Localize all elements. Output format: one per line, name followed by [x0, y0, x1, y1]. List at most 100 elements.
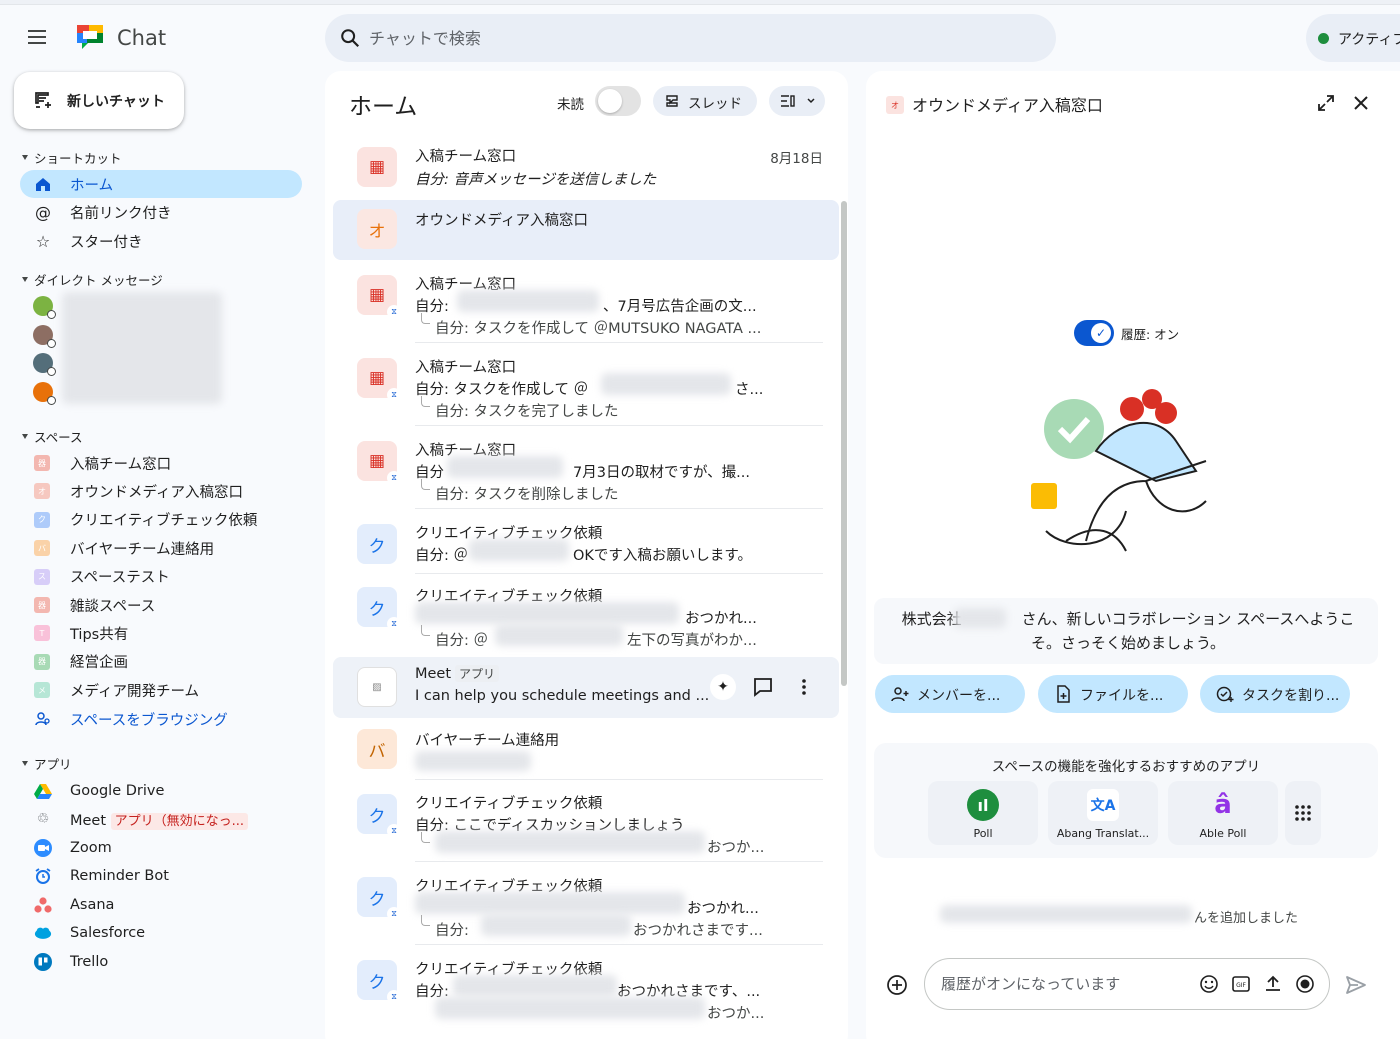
space-avatar: ク ⧖: [357, 587, 401, 631]
redacted-text: [415, 892, 685, 914]
sidebar-app-asana[interactable]: Asana: [20, 891, 302, 919]
sidebar-app-salesforce[interactable]: Salesforce: [20, 919, 302, 947]
message-composer[interactable]: GIF: [924, 958, 1330, 1010]
app-card-able-poll[interactable]: â Able Poll: [1168, 781, 1278, 845]
sidebar-item-space-media-dev[interactable]: メ メディア開発チーム: [20, 676, 302, 704]
app-card-poll[interactable]: ıl Poll: [928, 781, 1038, 845]
more-vertical-icon[interactable]: [801, 678, 807, 696]
conversation-row[interactable]: ▦ ⧖ 入稿チーム窓口 自分: 、7月号広告企画の文... 自分: タスクを作成し…: [333, 267, 839, 343]
open-in-thread-icon[interactable]: [753, 677, 773, 697]
gif-icon[interactable]: GIF: [1231, 974, 1251, 994]
search-icon[interactable]: [339, 27, 361, 49]
sidebar-app-google-drive[interactable]: Google Drive: [20, 777, 302, 805]
sidebar-item-space-owned-media[interactable]: オ オウンドメディア入稿窓口: [20, 477, 302, 505]
space-avatar-icon: ▦ ⧖: [357, 275, 401, 319]
conversation-preview: おつかれ...: [685, 611, 757, 627]
search-input[interactable]: [369, 24, 1029, 52]
unread-toggle[interactable]: [595, 86, 641, 116]
search-bar[interactable]: [325, 14, 1056, 62]
sidebar-item-label: メディア開発チーム: [70, 683, 200, 700]
avatar[interactable]: [33, 325, 56, 348]
sidebar-item-home[interactable]: ホーム: [20, 170, 302, 198]
meet-app-icon: ♲: [36, 811, 50, 827]
conversation-row[interactable]: ク ⧖ クリエイティブチェック依頼 自分: おつかれさまです、... おつか...: [333, 952, 839, 1028]
conversation-row[interactable]: バ バイヤーチーム連絡用: [333, 721, 839, 779]
expand-icon[interactable]: [1316, 93, 1336, 113]
conversation-row[interactable]: ク クリエイティブチェック依頼 自分: ＠ OKです入稿お願いします。: [333, 516, 839, 574]
main-menu-button[interactable]: [28, 26, 58, 50]
space-avatar: ク ⧖: [357, 877, 401, 921]
add-circle-icon[interactable]: [886, 974, 908, 996]
spaces-section-toggle[interactable]: スペース: [22, 427, 83, 446]
conversation-row[interactable]: ク ⧖ クリエイティブチェック依頼 おつかれ... 自分: おつかれさまです...: [333, 869, 839, 945]
sidebar-item-label: Asana: [70, 897, 115, 913]
redacted-text: [495, 624, 623, 646]
filter-menu-button[interactable]: [769, 86, 825, 116]
conversation-row-meet[interactable]: ▨ Meet アプリ I can help you schedule meetin…: [333, 657, 839, 718]
sidebar-item-label: 雑談スペース: [70, 598, 156, 615]
apps-section-toggle[interactable]: アプリ: [22, 754, 72, 773]
assign-task-button[interactable]: タスクを割り...: [1200, 675, 1350, 713]
sidebar-item-space-space-test[interactable]: ス スペーステスト: [20, 563, 302, 591]
sidebar-item-label: Reminder Bot: [70, 868, 169, 884]
avatar[interactable]: [33, 382, 56, 405]
apps-heading: アプリ: [34, 757, 72, 772]
record-icon[interactable]: [1295, 974, 1315, 994]
sidebar-app-trello[interactable]: Trello: [20, 948, 302, 976]
row-divider: [415, 944, 823, 945]
more-apps-button[interactable]: [1285, 781, 1321, 845]
message-input[interactable]: [941, 971, 1181, 997]
upload-icon[interactable]: [1263, 974, 1283, 994]
share-file-button[interactable]: ファイルを...: [1038, 675, 1188, 713]
conversation-row[interactable]: ▦ 入稿チーム窓口 8月18日 自分: 音声メッセージを送信しました: [333, 139, 839, 201]
conversation-row[interactable]: ▦ ⧖ 入稿チーム窓口 自分 7月3日の取材ですが、撮... 自分: タスクを削除…: [333, 433, 839, 509]
conversation-row[interactable]: ク ⧖ クリエイティブチェック依頼 自分: ここでディスカッションしましょう おつ…: [333, 786, 839, 862]
sidebar-item-mentions[interactable]: @ 名前リンク付き: [20, 198, 302, 226]
thread-reply-preview: おつかれさまです...: [633, 923, 763, 939]
sidebar-item-space-chat-space[interactable]: 器 雑談スペース: [20, 591, 302, 619]
conversation-date: 8月18日: [770, 151, 823, 167]
emoji-icon[interactable]: [1199, 974, 1219, 994]
avatar[interactable]: [33, 296, 56, 319]
space-icon: 器: [34, 597, 50, 613]
redacted-text: [453, 975, 617, 997]
redacted-text: [415, 751, 531, 771]
conversation-row[interactable]: ク ⧖ クリエイティブチェック依頼 おつかれ... 自分: ＠ 左下の写真がわか.…: [333, 579, 839, 655]
conversation-row[interactable]: ▦ ⧖ 入稿チーム窓口 自分: タスクを作成して ＠ さ... 自分: タスクを完…: [333, 350, 839, 426]
sidebar-item-space-management[interactable]: 器 経営企画: [20, 648, 302, 676]
add-members-button[interactable]: メンバーを...: [875, 675, 1025, 713]
conversation-preview: 、7月号広告企画の文...: [603, 299, 757, 315]
history-toggle[interactable]: ✓: [1074, 320, 1114, 346]
sidebar-item-space-buyer-team[interactable]: バ バイヤーチーム連絡用: [20, 534, 302, 562]
thread-reply-preview-prefix: 自分:: [415, 915, 469, 940]
status-selector[interactable]: アクティブ: [1306, 14, 1400, 62]
send-icon[interactable]: [1344, 973, 1368, 997]
app-name: Abang Translat...: [1056, 827, 1150, 840]
sparkle-icon[interactable]: ✦: [710, 674, 736, 700]
sidebar-item-starred[interactable]: ☆ スター付き: [20, 227, 302, 255]
scrollbar[interactable]: [841, 201, 847, 686]
sidebar-item-space-creative-check[interactable]: ク クリエイティブチェック依頼: [20, 506, 302, 534]
dm-section-toggle[interactable]: ダイレクト メッセージ: [22, 270, 163, 289]
thread-reply-preview: 左下の写真がわか...: [627, 633, 757, 649]
close-icon[interactable]: [1351, 93, 1371, 113]
sidebar-item-space-tips[interactable]: T Tips共有: [20, 619, 302, 647]
threads-button[interactable]: スレッド: [653, 86, 757, 116]
app-card-abang-translate[interactable]: 文A Abang Translat...: [1048, 781, 1158, 845]
shortcuts-section-toggle[interactable]: ショートカット: [22, 148, 122, 167]
sidebar-app-reminder-bot[interactable]: Reminder Bot: [20, 862, 302, 890]
space-avatar: ク ⧖: [357, 794, 401, 838]
conversation-preview: 自分: 音声メッセージを送信しました: [415, 172, 657, 188]
sidebar-app-zoom[interactable]: Zoom: [20, 834, 302, 862]
sidebar-item-space-nyuko[interactable]: 器 入稿チーム窓口: [20, 449, 302, 477]
chevron-down-icon: [807, 98, 815, 104]
browse-spaces-link[interactable]: スペースをブラウジング: [20, 705, 302, 733]
thread-reply-preview: おつか...: [707, 840, 765, 856]
row-divider: [415, 508, 823, 509]
new-chat-button[interactable]: 新しいチャット: [14, 72, 184, 129]
sidebar-app-meet[interactable]: ♲ Meet アプリ（無効になっ...: [20, 805, 302, 833]
conversation-preview-prefix: 自分: ＠: [415, 548, 468, 564]
space-icon: T: [34, 625, 50, 642]
avatar[interactable]: [33, 353, 56, 376]
conversation-row-selected[interactable]: オ オウンドメディア入稿窓口: [333, 200, 839, 260]
